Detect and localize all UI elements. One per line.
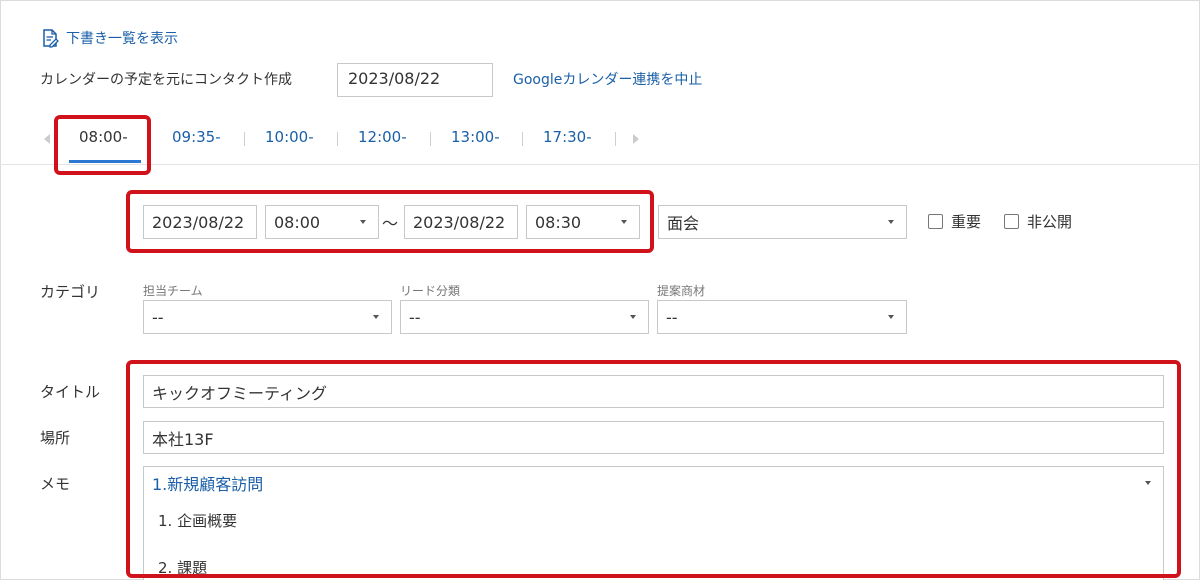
title-value: キックオフミーティング [152,383,328,403]
dropdown-caret-icon [621,220,627,224]
dropdown-caret-icon [373,315,379,319]
tab-time-3[interactable]: 10:00- [265,128,314,146]
tab-separator [430,132,431,146]
tab-separator [337,132,338,146]
tab-time-2[interactable]: 09:35- [172,128,221,146]
memo-textarea[interactable]: 1. 企画概要 2. 課題 [143,498,1164,580]
team-value: -- [152,307,164,327]
product-select[interactable]: -- [657,300,907,334]
memo-template-value: 1.新規顧客訪問 [152,474,264,494]
lead-class-value: -- [409,307,421,327]
range-separator: ～ [382,214,399,233]
start-date-field[interactable]: 2023/08/22 [143,205,257,239]
dropdown-caret-icon [630,315,636,319]
tab-time-1[interactable]: 08:00- [79,128,128,146]
memo-label: メモ [40,475,71,493]
tab-time-6[interactable]: 17:30- [543,128,592,146]
dropdown-caret-icon [1145,480,1151,485]
end-time-select[interactable]: 08:30 [526,205,640,239]
tab-separator [522,132,523,146]
place-value: 本社13F [152,429,214,449]
contact-type-value: 面会 [667,214,700,233]
product-value: -- [666,307,678,327]
stop-sync-link[interactable]: Googleカレンダー連携を中止 [513,69,702,89]
tab-separator [244,132,245,146]
important-checkbox[interactable] [928,214,943,229]
end-date-field[interactable]: 2023/08/22 [404,205,518,239]
place-label: 場所 [40,429,71,447]
place-input[interactable]: 本社13F [143,421,1164,454]
product-field-label: 提案商材 [657,284,706,298]
start-time-select[interactable]: 08:00 [265,205,379,239]
memo-line: 1. 企画概要 [158,512,238,530]
draft-edit-icon [40,28,60,48]
title-label: タイトル [40,383,101,401]
private-label: 非公開 [1027,213,1073,231]
calendar-date-field[interactable]: 2023/08/22 [337,63,493,97]
contact-type-select[interactable]: 面会 [658,205,907,239]
dropdown-caret-icon [360,220,366,224]
tab-prev-arrow-icon[interactable] [44,134,50,144]
end-date-value: 2023/08/22 [413,212,506,232]
private-checkbox[interactable] [1004,214,1019,229]
dropdown-caret-icon [888,315,894,319]
start-time-value: 08:00 [274,212,321,232]
memo-template-select[interactable]: 1.新規顧客訪問 [143,466,1164,499]
team-select[interactable]: -- [143,300,392,334]
lead-class-select[interactable]: -- [400,300,649,334]
memo-line: 2. 課題 [158,559,208,577]
tab-time-4[interactable]: 12:00- [358,128,407,146]
important-label: 重要 [951,213,982,231]
team-field-label: 担当チーム [143,284,203,298]
tab-time-5[interactable]: 13:00- [451,128,500,146]
title-input[interactable]: キックオフミーティング [143,375,1164,408]
category-label: カテゴリ [40,283,101,301]
lead-class-field-label: リード分類 [400,284,461,298]
calendar-source-label: カレンダーの予定を元にコンタクト作成 [40,72,292,88]
active-tab-underline [69,160,141,163]
tab-next-arrow-icon[interactable] [633,134,639,144]
draft-list-label: 下書き一覧を表示 [66,31,178,47]
tabs-divider [0,164,1200,165]
tab-separator [615,132,616,146]
draft-list-link[interactable]: 下書き一覧を表示 [40,28,178,48]
dropdown-caret-icon [888,220,894,224]
start-date-value: 2023/08/22 [152,212,245,232]
end-time-value: 08:30 [535,212,582,232]
